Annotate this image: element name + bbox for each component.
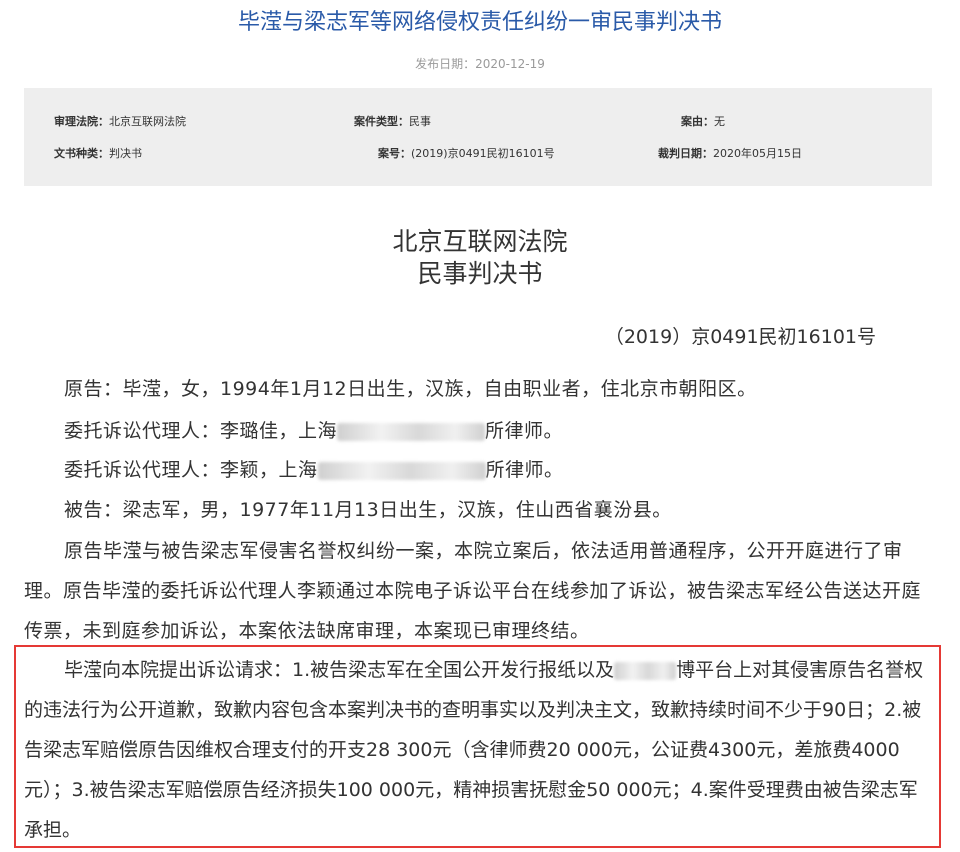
case-number: （2019）京0491民初16101号 [604,326,876,348]
plaintiff-paragraph: 原告：毕滢，女，1994年1月12日出生，汉族，自由职业者，住北京市朝阳区。 [24,369,934,409]
plaintiff-text: 原告：毕滢，女，1994年1月12日出生，汉族，自由职业者，住北京市朝阳区。 [64,378,757,400]
agent2-text-pre: 委托诉讼代理人：李颖，上海 [64,459,318,481]
meta-cause-label: 案由： [681,115,714,128]
procedure-paragraph: 原告毕滢与被告梁志军侵害名誉权纠纷一案，本院立案后，依法适用普通程序，公开开庭进… [24,531,934,651]
meta-court: 审理法院：北京互联网法院 [54,115,186,129]
meta-case-type-value: 民事 [409,115,431,128]
meta-case-no-label: 案号： [378,147,411,160]
meta-doc-type: 文书种类：判决书 [54,147,142,161]
meta-case-type-label: 案件类型： [354,115,409,128]
court-heading: 北京互联网法院 民事判决书 [0,226,960,290]
meta-court-label: 审理法院： [54,115,109,128]
meta-doc-type-label: 文书种类： [54,147,109,160]
meta-case-no: 案号：(2019)京0491民初16101号 [378,147,555,161]
claim-text-post: 博平台上对其侵害原告名誉权的违法行为公开道歉，致歉内容包含本案判决书的查明事实以… [24,659,924,841]
meta-doc-type-value: 判决书 [109,147,142,160]
meta-judge-date: 裁判日期：2020年05月15日 [658,147,802,161]
claim-text-pre: 毕滢向本院提出诉讼请求：1.被告梁志军在全国公开发行报纸以及 [64,659,615,681]
agent2-paragraph: 委托诉讼代理人：李颖，上海 所律师。 [24,450,934,490]
meta-cause: 案由：无 [681,115,725,129]
redaction-blur [337,422,486,441]
publish-date-label: 发布日期： [415,57,476,71]
meta-judge-date-value: 2020年05月15日 [713,147,802,160]
case-meta-panel: 审理法院：北京互联网法院 案件类型：民事 案由：无 文书种类：判决书 案号：(2… [24,88,932,186]
claim-paragraph: 毕滢向本院提出诉讼请求：1.被告梁志军在全国公开发行报纸以及 博平台上对其侵害原告… [24,650,936,850]
meta-judge-date-label: 裁判日期： [658,147,713,160]
document-type-heading: 民事判决书 [417,259,543,288]
procedure-text: 原告毕滢与被告梁志军侵害名誉权纠纷一案，本院立案后，依法适用普通程序，公开开庭进… [24,540,922,642]
redaction-blur [614,661,677,680]
defendant-paragraph: 被告：梁志军，男，1977年11月13日出生，汉族，住山西省襄汾县。 [24,490,934,530]
document-title: 毕滢与梁志军等网络侵权责任纠纷一审民事判决书 [237,10,722,35]
redaction-blur [317,461,486,480]
publish-date-value: 2020-12-19 [475,57,545,71]
meta-case-type: 案件类型：民事 [354,115,431,129]
meta-cause-value: 无 [714,115,725,128]
agent2-text-post: 所律师。 [485,459,564,481]
agent1-text-post: 所律师。 [485,420,564,442]
court-name: 北京互联网法院 [392,227,568,256]
defendant-text: 被告：梁志军，男，1977年11月13日出生，汉族，住山西省襄汾县。 [64,499,672,521]
agent1-text-pre: 委托诉讼代理人：李璐佳，上海 [64,420,338,442]
meta-case-no-value: (2019)京0491民初16101号 [411,147,555,160]
agent1-paragraph: 委托诉讼代理人：李璐佳，上海 所律师。 [24,411,934,451]
meta-court-value: 北京互联网法院 [109,115,186,128]
publish-date: 发布日期：2020-12-19 [0,55,960,72]
